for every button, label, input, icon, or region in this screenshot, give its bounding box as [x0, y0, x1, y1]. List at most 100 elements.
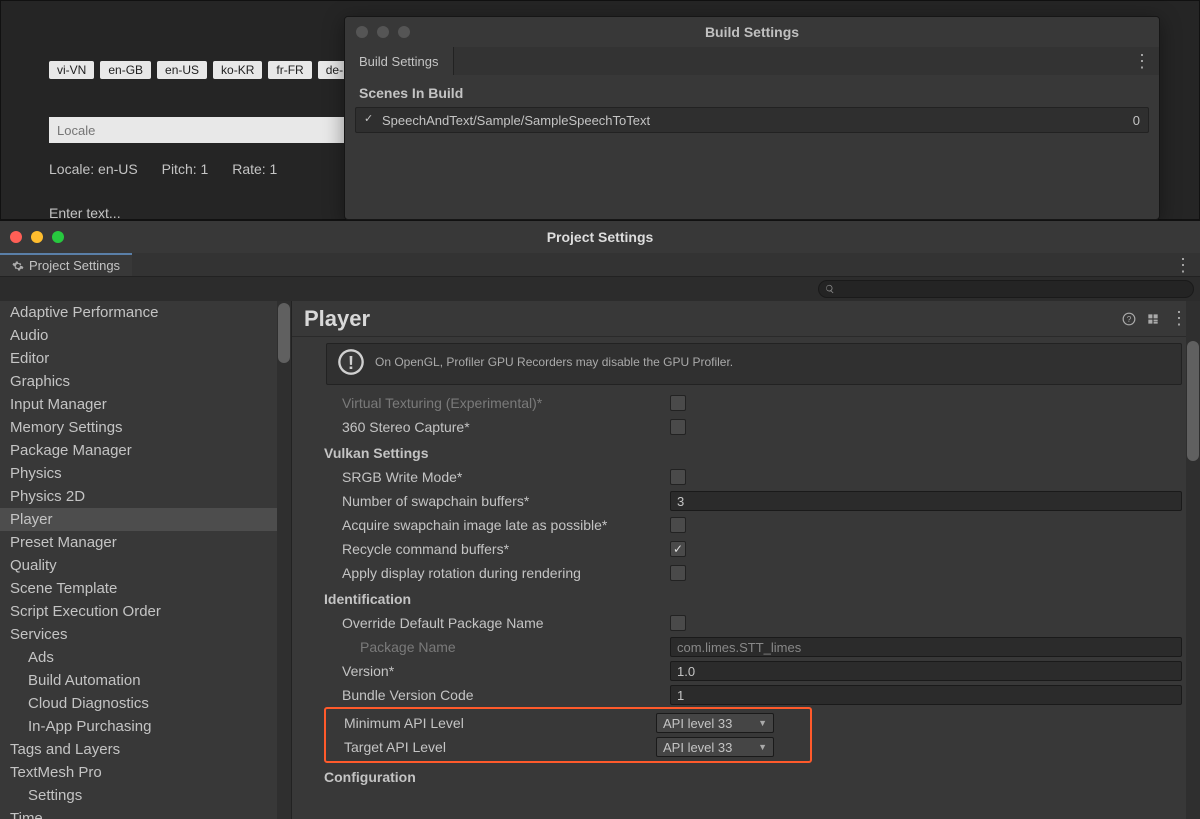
- checkbox-virtual-texturing[interactable]: [670, 395, 686, 411]
- status-locale: Locale: en-US: [49, 161, 138, 177]
- page-title: Player: [304, 306, 370, 332]
- main-scrollbar[interactable]: [1186, 301, 1200, 819]
- sidebar-item-tags-layers[interactable]: Tags and Layers: [0, 738, 291, 761]
- checkbox-override-pkg[interactable]: [670, 615, 686, 631]
- locale-input[interactable]: [49, 117, 349, 143]
- info-box: ! On OpenGL, Profiler GPU Recorders may …: [326, 343, 1182, 385]
- input-swapchain-buffers[interactable]: 3: [670, 491, 1182, 511]
- sidebar-item-audio[interactable]: Audio: [0, 324, 291, 347]
- scenes-in-build-heading: Scenes In Build: [359, 85, 1149, 101]
- highlighted-api-levels: Minimum API Level API level 33▼ Target A…: [324, 707, 812, 763]
- label-swapchain-buffers: Number of swapchain buffers*: [342, 493, 670, 509]
- chevron-down-icon: ▼: [758, 742, 767, 752]
- tab-build-settings[interactable]: Build Settings: [345, 47, 454, 75]
- label-recycle: Recycle command buffers*: [342, 541, 670, 557]
- section-configuration: Configuration: [310, 763, 1182, 789]
- info-text: On OpenGL, Profiler GPU Recorders may di…: [375, 355, 733, 369]
- dropdown-min-api[interactable]: API level 33▼: [656, 713, 774, 733]
- dropdown-target-api[interactable]: API level 33▼: [656, 737, 774, 757]
- sidebar-item-physics-2d[interactable]: Physics 2D: [0, 485, 291, 508]
- checkbox-srgb[interactable]: [670, 469, 686, 485]
- build-settings-window: Build Settings Build Settings ⋮ Scenes I…: [344, 16, 1160, 220]
- build-tabbar: Build Settings ⋮: [345, 47, 1159, 75]
- sidebar-item-time[interactable]: Time: [0, 807, 291, 819]
- sidebar-item-editor[interactable]: Editor: [0, 347, 291, 370]
- checkbox-stereo-capture[interactable]: [670, 419, 686, 435]
- sidebar-item-preset-manager[interactable]: Preset Manager: [0, 531, 291, 554]
- tag-kokr[interactable]: ko-KR: [213, 61, 262, 79]
- label-srgb: SRGB Write Mode*: [342, 469, 670, 485]
- close-icon[interactable]: [356, 26, 368, 38]
- ps-titlebar[interactable]: Project Settings: [0, 221, 1200, 253]
- sidebar-item-textmesh-pro[interactable]: TextMesh Pro: [0, 761, 291, 784]
- sidebar-item-script-execution-order[interactable]: Script Execution Order: [0, 600, 291, 623]
- status-pitch: Pitch: 1: [162, 161, 209, 177]
- input-pkg-name[interactable]: com.limes.STT_limes: [670, 637, 1182, 657]
- tag-frfr[interactable]: fr-FR: [268, 61, 311, 79]
- sidebar-item-build-automation[interactable]: Build Automation: [0, 669, 291, 692]
- sidebar-item-physics[interactable]: Physics: [0, 462, 291, 485]
- input-version[interactable]: 1.0: [670, 661, 1182, 681]
- ps-sidebar[interactable]: Adaptive Performance Audio Editor Graphi…: [0, 301, 292, 819]
- zoom-icon[interactable]: [398, 26, 410, 38]
- sidebar-item-ads[interactable]: Ads: [0, 646, 291, 669]
- label-version: Version*: [342, 663, 670, 679]
- ps-main: Player ? ⋮ ! On OpenGL, Profiler GPU Rec…: [292, 301, 1200, 819]
- label-apply-rotation: Apply display rotation during rendering: [342, 565, 670, 581]
- tag-engb[interactable]: en-GB: [100, 61, 151, 79]
- label-target-api: Target API Level: [344, 739, 656, 755]
- checkmark-icon[interactable]: [364, 114, 376, 126]
- label-stereo-capture: 360 Stereo Capture*: [342, 419, 670, 435]
- section-vulkan: Vulkan Settings: [310, 439, 1182, 465]
- main-scroll[interactable]: ! On OpenGL, Profiler GPU Recorders may …: [292, 337, 1200, 819]
- minimize-icon[interactable]: [377, 26, 389, 38]
- chevron-down-icon: ▼: [758, 718, 767, 728]
- gear-icon: [12, 260, 24, 272]
- close-icon[interactable]: [10, 231, 22, 243]
- sidebar-item-memory-settings[interactable]: Memory Settings: [0, 416, 291, 439]
- sidebar-item-in-app-purchasing[interactable]: In-App Purchasing: [0, 715, 291, 738]
- tab-project-settings[interactable]: Project Settings: [0, 253, 132, 276]
- info-icon: !: [337, 348, 365, 376]
- checkbox-recycle[interactable]: [670, 541, 686, 557]
- sidebar-item-package-manager[interactable]: Package Manager: [0, 439, 291, 462]
- tag-vi[interactable]: vi-VN: [49, 61, 94, 79]
- kebab-icon[interactable]: ⋮: [1174, 255, 1192, 276]
- ps-window-title: Project Settings: [547, 229, 654, 245]
- sidebar-item-input-manager[interactable]: Input Manager: [0, 393, 291, 416]
- input-bundle-code[interactable]: 1: [670, 685, 1182, 705]
- section-identification: Identification: [310, 585, 1182, 611]
- project-settings-window: Project Settings Project Settings ⋮ Adap…: [0, 220, 1200, 819]
- preset-icon[interactable]: [1146, 312, 1160, 326]
- tag-enus[interactable]: en-US: [157, 61, 207, 79]
- sidebar-item-graphics[interactable]: Graphics: [0, 370, 291, 393]
- scene-path: SpeechAndText/Sample/SampleSpeechToText: [382, 113, 650, 128]
- scene-index: 0: [1133, 113, 1140, 128]
- label-pkg-name: Package Name: [342, 639, 670, 655]
- main-header: Player ? ⋮: [292, 301, 1200, 337]
- sidebar-item-cloud-diagnostics[interactable]: Cloud Diagnostics: [0, 692, 291, 715]
- help-icon[interactable]: ?: [1122, 312, 1136, 326]
- checkbox-apply-rotation[interactable]: [670, 565, 686, 581]
- label-bundle-code: Bundle Version Code: [342, 687, 670, 703]
- sidebar-item-scene-template[interactable]: Scene Template: [0, 577, 291, 600]
- checkbox-acquire-late[interactable]: [670, 517, 686, 533]
- search-input[interactable]: [818, 280, 1194, 298]
- sidebar-item-tmp-settings[interactable]: Settings: [0, 784, 291, 807]
- build-titlebar[interactable]: Build Settings: [345, 17, 1159, 47]
- label-virtual-texturing: Virtual Texturing (Experimental)*: [342, 395, 670, 411]
- sidebar-item-player[interactable]: Player: [0, 508, 291, 531]
- kebab-icon[interactable]: ⋮: [1133, 51, 1151, 72]
- sidebar-item-services[interactable]: Services: [0, 623, 291, 646]
- status-rate: Rate: 1: [232, 161, 277, 177]
- label-acquire-late: Acquire swapchain image late as possible…: [342, 517, 670, 533]
- label-min-api: Minimum API Level: [344, 715, 656, 731]
- scene-list[interactable]: SpeechAndText/Sample/SampleSpeechToText …: [355, 107, 1149, 133]
- sidebar-scrollbar[interactable]: [277, 301, 291, 819]
- sidebar-item-quality[interactable]: Quality: [0, 554, 291, 577]
- zoom-icon[interactable]: [52, 231, 64, 243]
- label-override-pkg: Override Default Package Name: [342, 615, 670, 631]
- minimize-icon[interactable]: [31, 231, 43, 243]
- sidebar-item-adaptive-performance[interactable]: Adaptive Performance: [0, 301, 291, 324]
- svg-text:?: ?: [1127, 314, 1132, 323]
